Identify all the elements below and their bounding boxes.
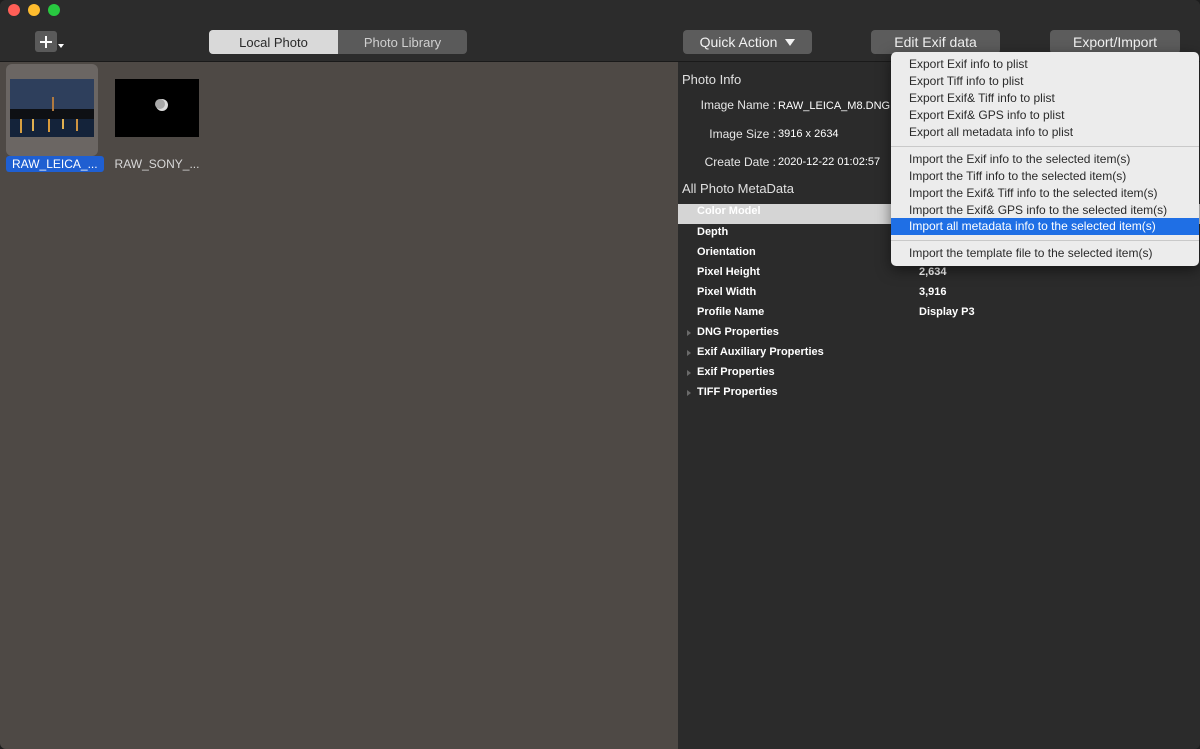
metadata-row-value: Display P3 [919,306,975,318]
quick-action-button[interactable]: Quick Action [683,30,812,54]
metadata-row-key[interactable]: Orientation [697,246,756,258]
image-size-label: Image Size : [684,127,776,141]
menu-item-export-tiff[interactable]: Export Tiff info to plist [891,73,1199,90]
disclosure-triangle-icon[interactable] [687,390,691,396]
photo-info-title: Photo Info [682,72,741,87]
plus-icon [40,36,52,48]
disclosure-triangle-icon[interactable] [687,370,691,376]
minimize-window-button[interactable] [28,4,40,16]
metadata-row-value: 2,634 [919,266,947,278]
metadata-row-key[interactable]: Pixel Height [697,266,760,278]
menu-separator [891,146,1199,147]
metadata-row-key[interactable]: Pixel Width [697,286,756,298]
image-name-label: Image Name : [684,98,776,112]
export-import-menu: Export Exif info to plist Export Tiff in… [891,52,1199,266]
menu-item-export-all[interactable]: Export all metadata info to plist [891,124,1199,141]
create-date-label: Create Date : [684,155,776,169]
menu-item-export-exif-tiff[interactable]: Export Exif& Tiff info to plist [891,90,1199,107]
chevron-down-icon [785,39,795,46]
add-menu-caret-icon[interactable] [58,44,64,48]
tab-photo-library[interactable]: Photo Library [338,30,467,54]
menu-separator [891,240,1199,241]
menu-item-import-tiff[interactable]: Import the Tiff info to the selected ite… [891,168,1199,185]
metadata-row-key[interactable]: Depth [697,226,728,238]
metadata-group-exif-aux[interactable]: Exif Auxiliary Properties [697,346,824,358]
metadata-group-exif[interactable]: Exif Properties [697,366,775,378]
metadata-row-color-model[interactable]: Color Model [697,205,761,217]
metadata-row-value: 3,916 [919,286,947,298]
menu-item-import-exif-tiff[interactable]: Import the Exif& Tiff info to the select… [891,185,1199,202]
photo-thumbnail-cell[interactable] [6,64,98,156]
create-date-value: 2020-12-22 01:02:57 [778,156,880,168]
photo-label-sony[interactable]: RAW_SONY_... [111,157,203,171]
menu-item-export-exif[interactable]: Export Exif info to plist [891,56,1199,73]
zoom-window-button[interactable] [48,4,60,16]
app-window: Local Photo Photo Library Quick Action E… [0,0,1200,749]
quick-action-label: Quick Action [700,34,778,50]
menu-item-import-exif[interactable]: Import the Exif info to the selected ite… [891,151,1199,168]
close-window-button[interactable] [8,4,20,16]
metadata-title: All Photo MetaData [682,181,794,196]
add-button[interactable] [35,31,57,52]
disclosure-triangle-icon[interactable] [687,350,691,356]
metadata-row-key[interactable]: Profile Name [697,306,764,318]
menu-item-import-template[interactable]: Import the template file to the selected… [891,245,1199,262]
photo-thumbnail-leica [10,79,94,137]
image-name-value: RAW_LEICA_M8.DNG [778,100,890,112]
photo-browser: RAW_LEICA_... RAW_SONY_... [0,62,678,749]
menu-item-export-exif-gps[interactable]: Export Exif& GPS info to plist [891,107,1199,124]
image-size-value: 3916 x 2634 [778,128,839,140]
export-import-button[interactable]: Export/Import [1050,30,1180,54]
menu-item-import-all[interactable]: Import all metadata info to the selected… [891,218,1199,235]
photo-label-leica[interactable]: RAW_LEICA_... [6,157,98,171]
metadata-group-tiff[interactable]: TIFF Properties [697,386,778,398]
menu-item-import-exif-gps[interactable]: Import the Exif& GPS info to the selecte… [891,202,1199,219]
metadata-group-dng[interactable]: DNG Properties [697,326,779,338]
photo-thumbnail-cell[interactable] [111,64,203,156]
photo-thumbnail-sony [115,79,199,137]
disclosure-triangle-icon[interactable] [687,330,691,336]
edit-exif-button[interactable]: Edit Exif data [871,30,1000,54]
tab-local-photo[interactable]: Local Photo [209,30,338,54]
source-segmented-control: Local Photo Photo Library [209,30,467,54]
